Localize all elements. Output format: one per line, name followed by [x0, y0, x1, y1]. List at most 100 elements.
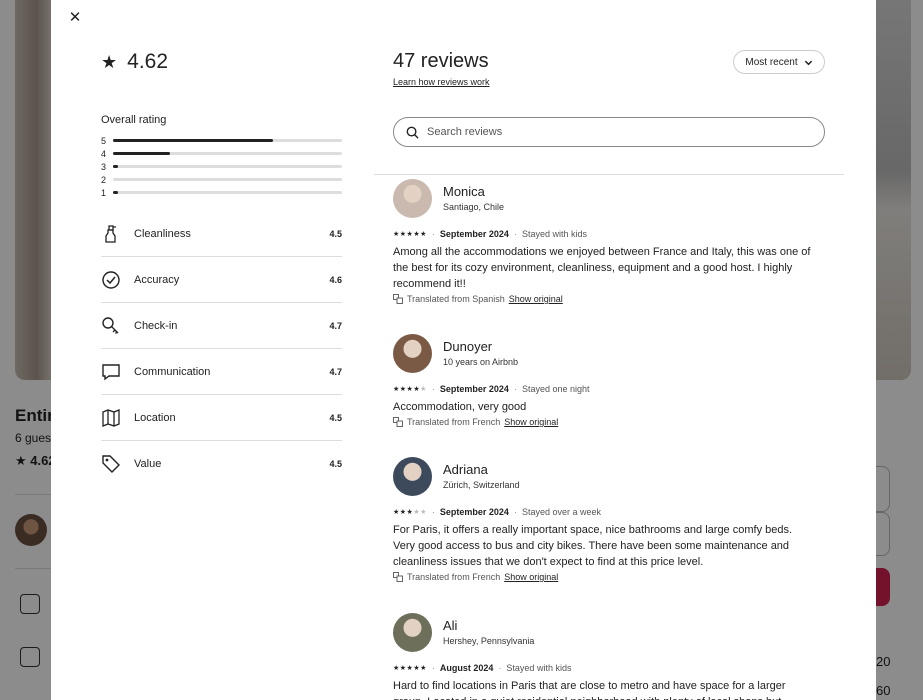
review-header: Ali Hershey, Pennsylvania	[393, 612, 813, 652]
reviewer-name: Monica	[443, 184, 485, 199]
rating-distribution-row: 2	[101, 173, 342, 186]
review-item: Ali Hershey, Pennsylvania ★★★★★ · August…	[393, 612, 813, 700]
review-stars: ★★★★★	[393, 509, 427, 516]
category-label: Cleanliness	[134, 227, 191, 240]
reviews-modal: ✕ ★ 4.62 Overall rating 5 4 3 2 1 Cleanl…	[51, 0, 876, 700]
stay-type: Stayed one night	[521, 384, 590, 394]
chat-bubble-icon	[101, 362, 121, 382]
review-date: September 2024	[439, 229, 509, 239]
close-button[interactable]: ✕	[65, 7, 85, 27]
category-label: Accuracy	[134, 273, 180, 286]
translated-from-label: Translated from French	[407, 572, 501, 582]
category-ratings: Cleanliness 4.5 Accuracy 4.6 Check-in 4.…	[101, 211, 342, 487]
separator-dot: ·	[513, 384, 517, 394]
reviewer-name: Adriana	[443, 462, 488, 477]
translation-note: Translated from French Show original	[393, 572, 813, 582]
review-stars: ★★★★★	[393, 665, 427, 672]
category-row-location: Location 4.5	[101, 395, 342, 441]
reviewer-location: Hershey, Pennsylvania	[443, 636, 535, 646]
rating-distribution: 5 4 3 2 1	[101, 134, 342, 199]
review-text: For Paris, it offers a really important …	[393, 524, 793, 568]
star-count-label: 3	[101, 161, 107, 172]
category-row-value: Value 4.5	[101, 441, 342, 487]
separator-dot: ·	[498, 663, 502, 673]
review-text: Hard to find locations in Paris that are…	[393, 680, 786, 700]
category-value: 4.5	[329, 228, 342, 239]
separator-dot: ·	[431, 507, 435, 517]
sort-label: Most recent	[745, 56, 798, 68]
review-date: September 2024	[439, 507, 509, 517]
category-label: Location	[134, 411, 176, 424]
show-original-link[interactable]: Show original	[509, 294, 563, 304]
distribution-bar	[113, 165, 342, 168]
show-original-link[interactable]: Show original	[504, 417, 558, 427]
translate-icon	[393, 572, 403, 582]
spray-bottle-icon	[101, 224, 121, 244]
reviewer-location: Santiago, Chile	[443, 202, 505, 212]
separator-dot: ·	[431, 384, 435, 394]
star-count-label: 4	[101, 148, 107, 159]
distribution-bar	[113, 152, 342, 155]
stay-type: Stayed over a week	[521, 507, 601, 517]
overall-score: ★ 4.62	[101, 50, 168, 74]
stay-type: Stayed with kids	[506, 663, 572, 673]
reviewer-name: Dunoyer	[443, 339, 493, 354]
divider	[374, 174, 844, 175]
review-date: August 2024	[439, 663, 494, 673]
category-value: 4.6	[329, 274, 342, 285]
star-count-label: 2	[101, 174, 107, 185]
distribution-bar-fill	[113, 165, 118, 168]
reviewer-location: Zürich, Switzerland	[443, 480, 520, 490]
rating-distribution-row: 3	[101, 160, 342, 173]
category-value: 4.5	[329, 459, 342, 469]
search-reviews-field[interactable]	[393, 117, 825, 147]
review-date: September 2024	[439, 384, 509, 394]
reviewer-avatar[interactable]	[393, 333, 432, 373]
review-header: Dunoyer 10 years on Airbnb	[393, 333, 813, 373]
review-text: Accommodation, very good	[393, 401, 527, 413]
separator-dot: ·	[513, 229, 517, 239]
separator-dot: ·	[513, 507, 517, 517]
show-original-link[interactable]: Show original	[504, 572, 558, 582]
star-count-label: 5	[101, 135, 107, 146]
review-text: Among all the accommodations we enjoyed …	[393, 246, 811, 290]
rating-distribution-row: 4	[101, 147, 342, 160]
review-stars: ★★★★★	[393, 386, 427, 393]
check-circle-icon	[101, 270, 121, 290]
distribution-bar-fill	[113, 152, 171, 155]
translated-from-label: Translated from French	[407, 417, 501, 427]
close-icon: ✕	[68, 9, 82, 26]
category-label: Check-in	[134, 319, 178, 332]
separator-dot: ·	[431, 229, 435, 239]
review-item: Monica Santiago, Chile ★★★★★ · September…	[393, 178, 813, 304]
key-icon	[101, 316, 121, 336]
distribution-bar	[113, 178, 342, 181]
category-row-communication: Communication 4.7	[101, 349, 342, 395]
category-value: 4.7	[329, 366, 342, 377]
star-icon: ★	[101, 51, 118, 72]
reviewer-name: Ali	[443, 618, 458, 633]
review-item: Dunoyer 10 years on Airbnb ★★★★★ · Septe…	[393, 333, 813, 427]
rating-distribution-row: 1	[101, 186, 342, 199]
translation-note: Translated from Spanish Show original	[393, 294, 813, 304]
stay-type: Stayed with kids	[521, 229, 587, 239]
reviewer-avatar[interactable]	[393, 178, 432, 218]
translated-from-label: Translated from Spanish	[407, 294, 505, 304]
review-header: Adriana Zürich, Switzerland	[393, 456, 813, 496]
translate-icon	[393, 417, 403, 427]
sort-dropdown[interactable]: Most recent	[733, 50, 825, 74]
reviewer-location: 10 years on Airbnb	[443, 357, 519, 367]
category-row-check-in: Check-in 4.7	[101, 303, 342, 349]
review-meta: ★★★★★ · August 2024 · Stayed with kids	[393, 663, 813, 673]
learn-how-reviews-work-link[interactable]: Learn how reviews work	[393, 77, 490, 87]
category-value: 4.7	[329, 320, 342, 331]
reviewer-avatar[interactable]	[393, 456, 432, 496]
review-stars: ★★★★★	[393, 231, 427, 238]
reviewer-avatar[interactable]	[393, 612, 432, 652]
category-value: 4.5	[329, 412, 342, 423]
review-meta: ★★★★★ · September 2024 · Stayed with kid…	[393, 229, 813, 239]
search-input[interactable]	[427, 126, 824, 138]
category-label: Communication	[134, 365, 211, 378]
review-meta: ★★★★★ · September 2024 · Stayed one nigh…	[393, 384, 813, 394]
category-row-accuracy: Accuracy 4.6	[101, 257, 342, 303]
